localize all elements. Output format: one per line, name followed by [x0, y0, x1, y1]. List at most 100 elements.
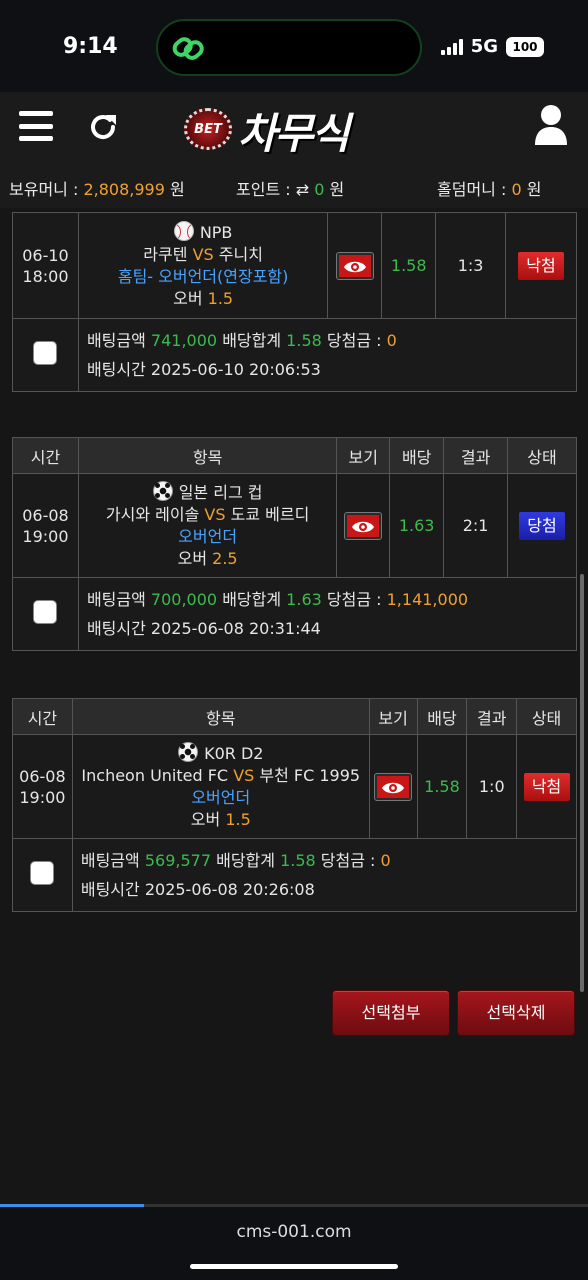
bet-time: 2025-06-08 20:31:44 — [150, 619, 321, 638]
odds-cell: 1.58 — [381, 212, 437, 319]
bet-time: 2025-06-10 20:06:53 — [150, 360, 321, 379]
bet-time-cell: 06-10 18:00 — [12, 212, 79, 319]
league-row: K0R D2 — [75, 742, 367, 765]
home-indicator[interactable] — [190, 1264, 398, 1269]
logo-badge: BET — [194, 122, 222, 137]
holdem-unit: 원 — [526, 180, 542, 199]
match-date: 06-10 — [22, 245, 69, 265]
bet-time-cell: 06-08 19:00 — [12, 734, 73, 839]
soccer-ball-icon — [152, 481, 173, 501]
odds-cell: 1.63 — [389, 473, 445, 578]
money-info: 보유머니 : 2,808,999 원 — [9, 176, 185, 200]
bet-time: 2025-06-08 20:26:08 — [144, 880, 315, 899]
view-button[interactable] — [374, 772, 413, 801]
view-button[interactable] — [335, 251, 374, 280]
select-checkbox[interactable] — [33, 341, 58, 365]
bet-detail-cell: 배팅금액 569,577 배당합계 1.58 당첨금 : 0 배팅시간 2025… — [71, 838, 578, 912]
money-value: 2,808,999 — [83, 180, 165, 199]
bet-item-cell: K0R D2 Incheon United FC VS 부천 FC 1995 오… — [71, 734, 370, 839]
win-amount: 0 — [380, 851, 391, 870]
clock: 9:14 — [63, 34, 118, 59]
league-name: NPB — [199, 223, 233, 242]
network-type: 5G — [470, 36, 498, 57]
user-icon[interactable] — [534, 104, 568, 146]
odds-total: 1.63 — [286, 590, 322, 609]
view-button[interactable] — [344, 511, 383, 540]
point-info: 포인트 : ⇄ 0 원 — [236, 176, 344, 200]
header-item: 항목 — [77, 437, 338, 474]
status-badge: 당첨 — [519, 511, 565, 540]
win-amount-label: 당첨금 : — [326, 331, 382, 350]
signal-icon — [440, 38, 463, 55]
bet-amount-label: 배팅금액 — [86, 590, 146, 609]
header-status: 상태 — [507, 437, 577, 474]
bet-time-label: 배팅시간 — [86, 360, 146, 379]
league-name: K0R D2 — [204, 744, 264, 763]
baseball-icon — [173, 221, 194, 241]
win-amount: 1,141,000 — [386, 590, 469, 609]
delete-selected-button[interactable]: 선택삭제 — [457, 990, 575, 1036]
header-result: 결과 — [443, 437, 509, 474]
odds-total-label: 배당합계 — [216, 851, 275, 870]
time-row: 배팅시간 2025-06-08 20:26:08 — [81, 875, 576, 904]
market-name: 오버언더 — [191, 788, 251, 807]
holdem-label: 홀덤머니 : — [437, 180, 507, 199]
bet-time-label: 배팅시간 — [86, 619, 146, 638]
bet-amount: 700,000 — [150, 590, 218, 609]
status-badge: 낙첨 — [523, 772, 570, 801]
url-bar[interactable]: cms-001.com — [0, 1222, 588, 1242]
holdem-info: 홀덤머니 : 0 원 — [437, 176, 541, 200]
header-item: 항목 — [71, 698, 370, 735]
pick-line: 2.5 — [212, 549, 238, 568]
away-team: 주니치 — [218, 245, 263, 264]
attach-selected-button[interactable]: 선택첨부 — [332, 990, 450, 1036]
header-view: 보기 — [336, 437, 391, 474]
pick-name: 오버 — [173, 289, 203, 308]
bet-item-cell: 일본 리그 컵 가시와 레이솔 VS 도쿄 베르디 오버언더 오버 2.5 — [77, 473, 338, 578]
progress-fill — [0, 1204, 145, 1207]
select-cell — [12, 318, 79, 392]
match-time: 18:00 — [22, 266, 69, 286]
league-name: 일본 리그 컵 — [178, 483, 263, 502]
status-cell: 낙첨 — [505, 212, 577, 319]
page-load-progress — [0, 1204, 588, 1207]
vs-label: VS — [233, 766, 255, 785]
home-team: 가시와 레이솔 — [105, 505, 200, 524]
odds-total: 1.58 — [280, 851, 316, 870]
view-cell — [336, 473, 391, 578]
vs-label: VS — [204, 505, 226, 524]
status-icons: 5G 100 — [440, 36, 544, 57]
header-odds: 배당 — [416, 698, 468, 735]
select-checkbox[interactable] — [33, 600, 58, 624]
exchange-icon[interactable]: ⇄ — [296, 180, 309, 199]
market-name: 오버언더 — [178, 527, 238, 546]
bet-history-list[interactable]: 06-10 18:00 NPB 라쿠텐 VS 주니치 홈팀- 오버언더(연장포함… — [0, 208, 588, 1204]
site-header: BET 차무식 — [0, 92, 588, 164]
pick-row: 오버 1.5 — [75, 809, 367, 831]
refresh-icon[interactable] — [86, 110, 120, 144]
win-amount: 0 — [386, 331, 397, 350]
pick-line: 1.5 — [207, 289, 234, 308]
site-logo[interactable]: BET 차무식 — [178, 98, 408, 158]
soccer-ball-icon — [178, 742, 199, 762]
vs-label: VS — [192, 245, 214, 264]
header-time: 시간 — [12, 698, 73, 735]
dynamic-island — [156, 19, 422, 76]
menu-icon[interactable] — [19, 111, 53, 141]
bet-slip-1: 06-10 18:00 NPB 라쿠텐 VS 주니치 홈팀- 오버언더(연장포함… — [12, 212, 578, 392]
eye-icon — [352, 521, 375, 532]
time-row: 배팅시간 2025-06-08 20:31:44 — [87, 614, 576, 643]
teams-row: 가시와 레이솔 VS 도쿄 베르디 — [81, 504, 334, 526]
result-cell: 1:0 — [466, 734, 518, 839]
pick-name: 오버 — [190, 810, 221, 829]
pick-row: 오버 1.5 — [81, 288, 325, 310]
match-date: 06-08 — [19, 766, 66, 786]
select-checkbox[interactable] — [30, 861, 55, 885]
match-time: 19:00 — [22, 526, 69, 546]
bet-detail-cell: 배팅금액 741,000 배당합계 1.58 당첨금 : 0 배팅시간 2025… — [77, 318, 578, 392]
header-odds: 배당 — [389, 437, 445, 474]
view-cell — [368, 734, 418, 839]
bet-slip-2: 시간 항목 보기 배당 결과 상태 06-08 19:00 일본 리그 컵 가시… — [12, 437, 578, 651]
scrollbar[interactable] — [580, 574, 584, 992]
bet-time-cell: 06-08 19:00 — [12, 473, 79, 578]
